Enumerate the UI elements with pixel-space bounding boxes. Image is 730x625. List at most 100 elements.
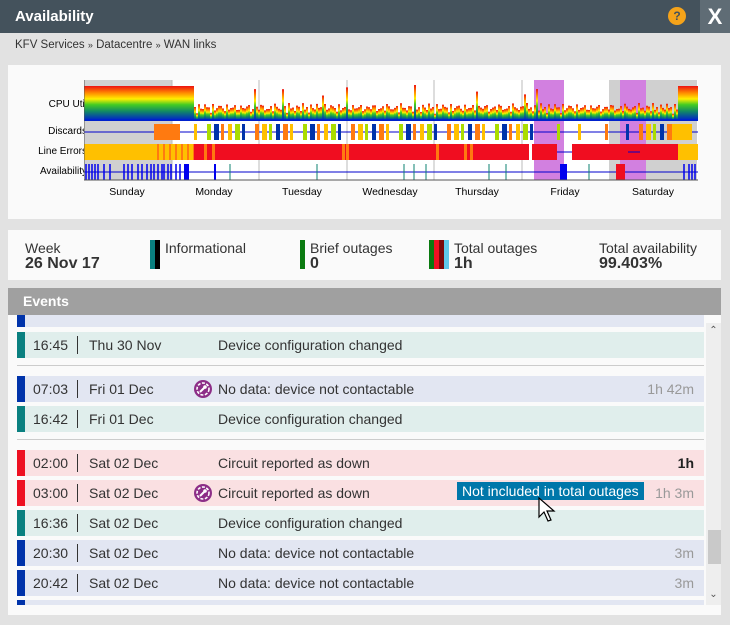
cpu-bar bbox=[484, 106, 486, 120]
cpu-bar bbox=[298, 106, 300, 120]
discards-block bbox=[482, 124, 485, 140]
cpu-bar bbox=[532, 111, 534, 120]
event-duration: 1h 42m bbox=[647, 381, 694, 397]
row-label-cpu: CPU Util bbox=[48, 99, 87, 110]
cpu-bar bbox=[674, 104, 676, 120]
cpu-bar bbox=[496, 110, 498, 120]
cpu-bar bbox=[486, 105, 488, 120]
scroll-up-icon[interactable]: ⌃ bbox=[706, 325, 721, 339]
cpu-bar bbox=[376, 111, 378, 120]
cpu-bar bbox=[414, 85, 416, 120]
scroll-down-icon[interactable]: ⌄ bbox=[706, 589, 721, 603]
cpu-bar bbox=[444, 106, 446, 120]
cpu-bar bbox=[204, 104, 206, 120]
close-button[interactable]: X bbox=[700, 0, 730, 33]
help-icon[interactable]: ? bbox=[668, 7, 686, 25]
cpu-bar bbox=[584, 105, 586, 120]
cpu-bar bbox=[346, 87, 348, 120]
availability-chart[interactable] bbox=[84, 80, 698, 184]
cpu-bar bbox=[254, 89, 256, 120]
cpu-bar bbox=[480, 107, 482, 120]
cpu-bar bbox=[312, 108, 314, 120]
cpu-bar bbox=[222, 108, 224, 120]
cpu-bar bbox=[266, 109, 268, 120]
cpu-bar bbox=[260, 104, 262, 120]
event-time: 07:03 bbox=[33, 381, 69, 397]
event-row[interactable]: 02:00 Sat 02 Dec Circuit reported as down 1… bbox=[17, 450, 704, 476]
cpu-bar bbox=[220, 105, 222, 120]
breadcrumb-datacentre[interactable]: Datacentre bbox=[96, 39, 152, 51]
cpu-bar bbox=[400, 103, 402, 120]
discards-block bbox=[290, 124, 293, 140]
event-row[interactable]: 07:03 Fri 01 Dec No data: device not conta… bbox=[17, 376, 704, 402]
brief-outages-summary: Brief outages 0 bbox=[310, 240, 393, 272]
cpu-bar bbox=[316, 103, 318, 120]
row-label-availability: Availability bbox=[39, 166, 87, 177]
cpu-bar bbox=[352, 105, 354, 120]
discards-block bbox=[468, 124, 472, 140]
discards-block bbox=[154, 124, 180, 140]
discards-block bbox=[283, 124, 288, 140]
cpu-bar bbox=[322, 95, 324, 120]
day-label: Friday bbox=[550, 186, 580, 198]
event-row[interactable]: 16:45 Thu 30 Nov Device configuration chan… bbox=[17, 332, 704, 358]
discards-block bbox=[626, 124, 629, 140]
cpu-bar bbox=[214, 110, 216, 120]
cpu-bar bbox=[470, 107, 472, 120]
event-row-partial[interactable] bbox=[17, 600, 704, 605]
discards-block bbox=[269, 124, 272, 140]
day-label: Monday bbox=[195, 186, 233, 198]
cpu-bar bbox=[410, 106, 412, 120]
cpu-bar bbox=[610, 105, 612, 120]
cpu-bar bbox=[198, 104, 200, 120]
event-type-bar bbox=[17, 510, 25, 536]
cpu-bar bbox=[694, 86, 696, 120]
cpu-bar bbox=[306, 107, 308, 120]
cpu-bar bbox=[660, 104, 662, 120]
cpu-bar bbox=[280, 109, 282, 120]
event-row-partial[interactable] bbox=[17, 315, 704, 327]
discards-block bbox=[255, 124, 259, 140]
cpu-bar bbox=[318, 107, 320, 120]
event-date: Sat 02 Dec bbox=[89, 545, 159, 561]
discards-block bbox=[530, 124, 533, 140]
discards-block bbox=[276, 124, 280, 140]
breadcrumb-kfv-services[interactable]: KFV Services bbox=[15, 39, 85, 51]
scroll-thumb[interactable] bbox=[708, 530, 721, 564]
cpu-bar bbox=[488, 111, 490, 120]
cpu-bar bbox=[442, 104, 444, 120]
event-type-bar bbox=[17, 450, 25, 476]
line-errors-mark bbox=[212, 144, 215, 160]
cpu-bar bbox=[406, 110, 408, 120]
discards-block bbox=[523, 124, 528, 140]
cpu-bar bbox=[462, 110, 464, 120]
event-type-bar bbox=[17, 406, 25, 432]
cpu-bar bbox=[624, 103, 626, 120]
breadcrumb-wan-links[interactable]: WAN links bbox=[164, 39, 217, 51]
cpu-bar bbox=[628, 108, 630, 120]
cpu-bar bbox=[538, 110, 540, 120]
day-label: Tuesday bbox=[282, 186, 322, 198]
discards-block bbox=[351, 124, 355, 140]
event-row[interactable]: 16:36 Sat 02 Dec Device configuration chan… bbox=[17, 510, 704, 536]
cpu-bar bbox=[342, 108, 344, 120]
discards-block bbox=[578, 124, 581, 140]
discards-block bbox=[475, 124, 480, 140]
cpu-bar bbox=[326, 109, 328, 120]
cpu-bar bbox=[330, 105, 332, 120]
cpu-bar bbox=[520, 106, 522, 120]
separator bbox=[77, 514, 78, 532]
events-scrollbar[interactable]: ⌃ ⌄ bbox=[706, 323, 721, 605]
cpu-bar bbox=[580, 108, 582, 120]
cpu-bar bbox=[358, 107, 360, 120]
cpu-bar bbox=[558, 107, 560, 120]
event-row[interactable]: 16:42 Fri 01 Dec Device configuration chan… bbox=[17, 406, 704, 432]
event-description: No data: device not contactable bbox=[218, 545, 415, 561]
event-row[interactable]: 20:30 Sat 02 Dec No data: device not conta… bbox=[17, 540, 704, 566]
event-date: Thu 30 Nov bbox=[89, 337, 162, 353]
cpu-bar bbox=[396, 106, 398, 120]
event-row[interactable]: 20:42 Sat 02 Dec No data: device not conta… bbox=[17, 570, 704, 596]
discards-block bbox=[653, 124, 656, 140]
cpu-bar bbox=[500, 105, 502, 120]
event-type-bar bbox=[17, 480, 25, 506]
